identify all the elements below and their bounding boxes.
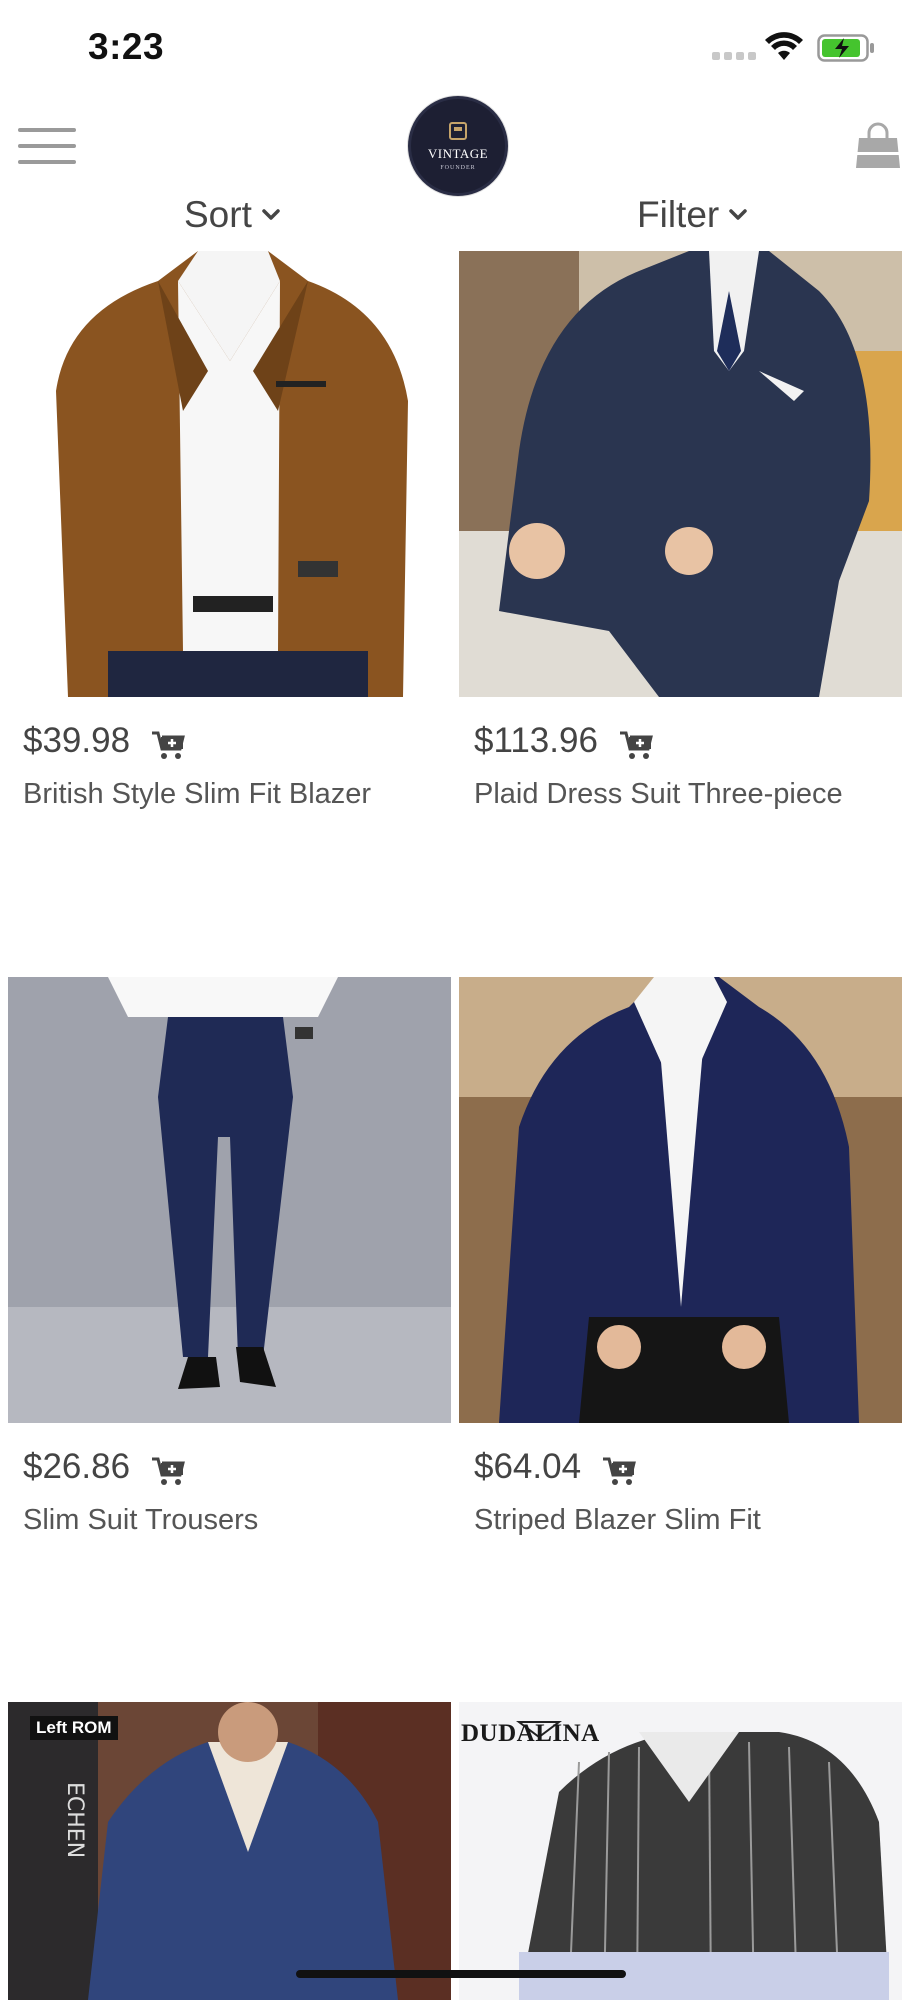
product-photo-plaid-suit [459,251,902,697]
cart-plus-icon[interactable] [603,1456,637,1486]
product-price: $113.96 [474,721,598,760]
product-card[interactable]: $113.96 Plaid Dress Suit Three-piece [459,251,902,813]
image-text: ECHEN [62,1782,87,1858]
product-photo-navy-trousers [8,977,451,1423]
product-image[interactable] [459,251,902,697]
home-indicator [296,1970,626,1978]
wifi-icon [765,32,803,60]
product-price: $26.86 [23,1447,131,1486]
product-price: $39.98 [23,721,131,760]
product-image[interactable]: ECHEN Left ROM [8,1702,451,2000]
price-row: $64.04 [474,1447,902,1487]
price-row: $39.98 [23,721,451,761]
logo-sub: FOUNDER [440,164,476,171]
product-card[interactable]: $26.86 Slim Suit Trousers [8,977,451,1539]
chevron-down-icon [729,209,747,220]
product-card[interactable]: $39.98 British Style Slim Fit Blazer [8,251,451,813]
product-image[interactable] [8,251,451,697]
product-price: $64.04 [474,1447,582,1486]
cellular-signal-icon [712,52,756,60]
chevron-down-icon [262,209,280,220]
product-photo-brown-blazer [56,251,408,697]
hamburger-menu-icon[interactable] [18,128,76,168]
logo-mark-icon [449,121,467,140]
battery-charging-icon [817,34,874,62]
product-photo-striped-blazer [459,977,902,1423]
status-bar: 3:23 [0,0,924,90]
shopping-bag-icon[interactable] [854,122,902,170]
product-photo-blue-suit: ECHEN [8,1702,451,2000]
sort-filter-bar: Sort Filter [0,194,924,250]
product-card[interactable]: $64.04 Striped Blazer Slim Fit [459,977,902,1539]
cart-plus-icon[interactable] [619,730,654,760]
brand-label: DUDALINA [461,1720,600,1747]
app-header: VINTAGE FOUNDER [0,90,924,200]
sort-button[interactable]: Sort [184,194,280,236]
price-row: $26.86 [23,1447,451,1487]
product-image[interactable] [459,977,902,1423]
cart-plus-icon[interactable] [152,1456,186,1486]
price-row: $113.96 [474,721,902,761]
product-name[interactable]: British Style Slim Fit Blazer [23,775,423,813]
product-name[interactable]: Plaid Dress Suit Three-piece [474,775,874,813]
logo-name: VINTAGE [427,145,489,161]
status-time: 3:23 [88,26,165,67]
brand-logo[interactable]: VINTAGE FOUNDER [408,96,508,196]
product-image[interactable]: DUDALINA [459,1702,902,2000]
filter-button[interactable]: Filter [637,194,747,236]
filter-label: Filter [637,194,720,235]
product-name[interactable]: Striped Blazer Slim Fit [474,1501,874,1539]
product-card[interactable]: DUDALINA [459,1702,902,2000]
sort-label: Sort [184,194,252,235]
product-name[interactable]: Slim Suit Trousers [23,1501,423,1539]
product-image[interactable] [8,977,451,1423]
product-card[interactable]: ECHEN Left ROM [8,1702,451,2000]
product-badge: Left ROM [30,1716,118,1740]
cart-plus-icon[interactable] [152,730,186,760]
